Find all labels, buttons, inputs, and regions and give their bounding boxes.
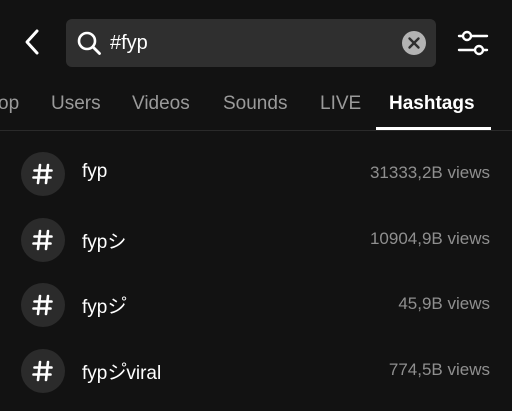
chevron-left-icon <box>25 29 39 55</box>
hashtag-views: 10904,9B views <box>369 229 490 248</box>
hashtag-views: 774,5B views <box>388 360 490 379</box>
hashtag-name: fypシ゚ <box>82 297 127 318</box>
hashtag-icon <box>21 283 65 327</box>
hashtag-views: 45,9B views <box>398 294 490 313</box>
search-header <box>0 0 512 82</box>
hashtag-views: 31333,2B views <box>369 163 490 182</box>
hashtag-icon <box>21 152 65 196</box>
tab-bar: op Users Videos Sounds LIVE Hashtags <box>0 82 512 131</box>
tab-hashtags[interactable]: Hashtags <box>389 93 475 115</box>
list-item[interactable]: fypシ゚ 45,9B views <box>0 272 512 338</box>
tab-top[interactable]: op <box>0 93 19 115</box>
back-button[interactable] <box>14 24 50 60</box>
tab-live[interactable]: LIVE <box>320 93 361 115</box>
tab-videos[interactable]: Videos <box>132 93 190 115</box>
hashtag-name: fyp <box>82 161 108 182</box>
search-input[interactable] <box>110 19 390 67</box>
hashtag-icon <box>21 349 65 393</box>
list-item[interactable]: fyp 31333,2B views <box>0 141 512 207</box>
search-bar[interactable] <box>66 19 436 67</box>
list-item[interactable]: fypシ 10904,9B views <box>0 207 512 273</box>
active-tab-indicator <box>376 127 491 130</box>
hashtag-name: fypシ <box>82 232 127 253</box>
clear-icon[interactable] <box>402 31 426 55</box>
hashtag-icon <box>21 218 65 262</box>
hashtag-name: fypシ゚viral <box>82 363 162 384</box>
sliders-icon[interactable] <box>456 26 490 60</box>
tab-users[interactable]: Users <box>51 93 101 115</box>
list-item[interactable]: fypシ゚viral 774,5B views <box>0 338 512 404</box>
tab-sounds[interactable]: Sounds <box>223 93 287 115</box>
search-icon <box>77 31 101 55</box>
